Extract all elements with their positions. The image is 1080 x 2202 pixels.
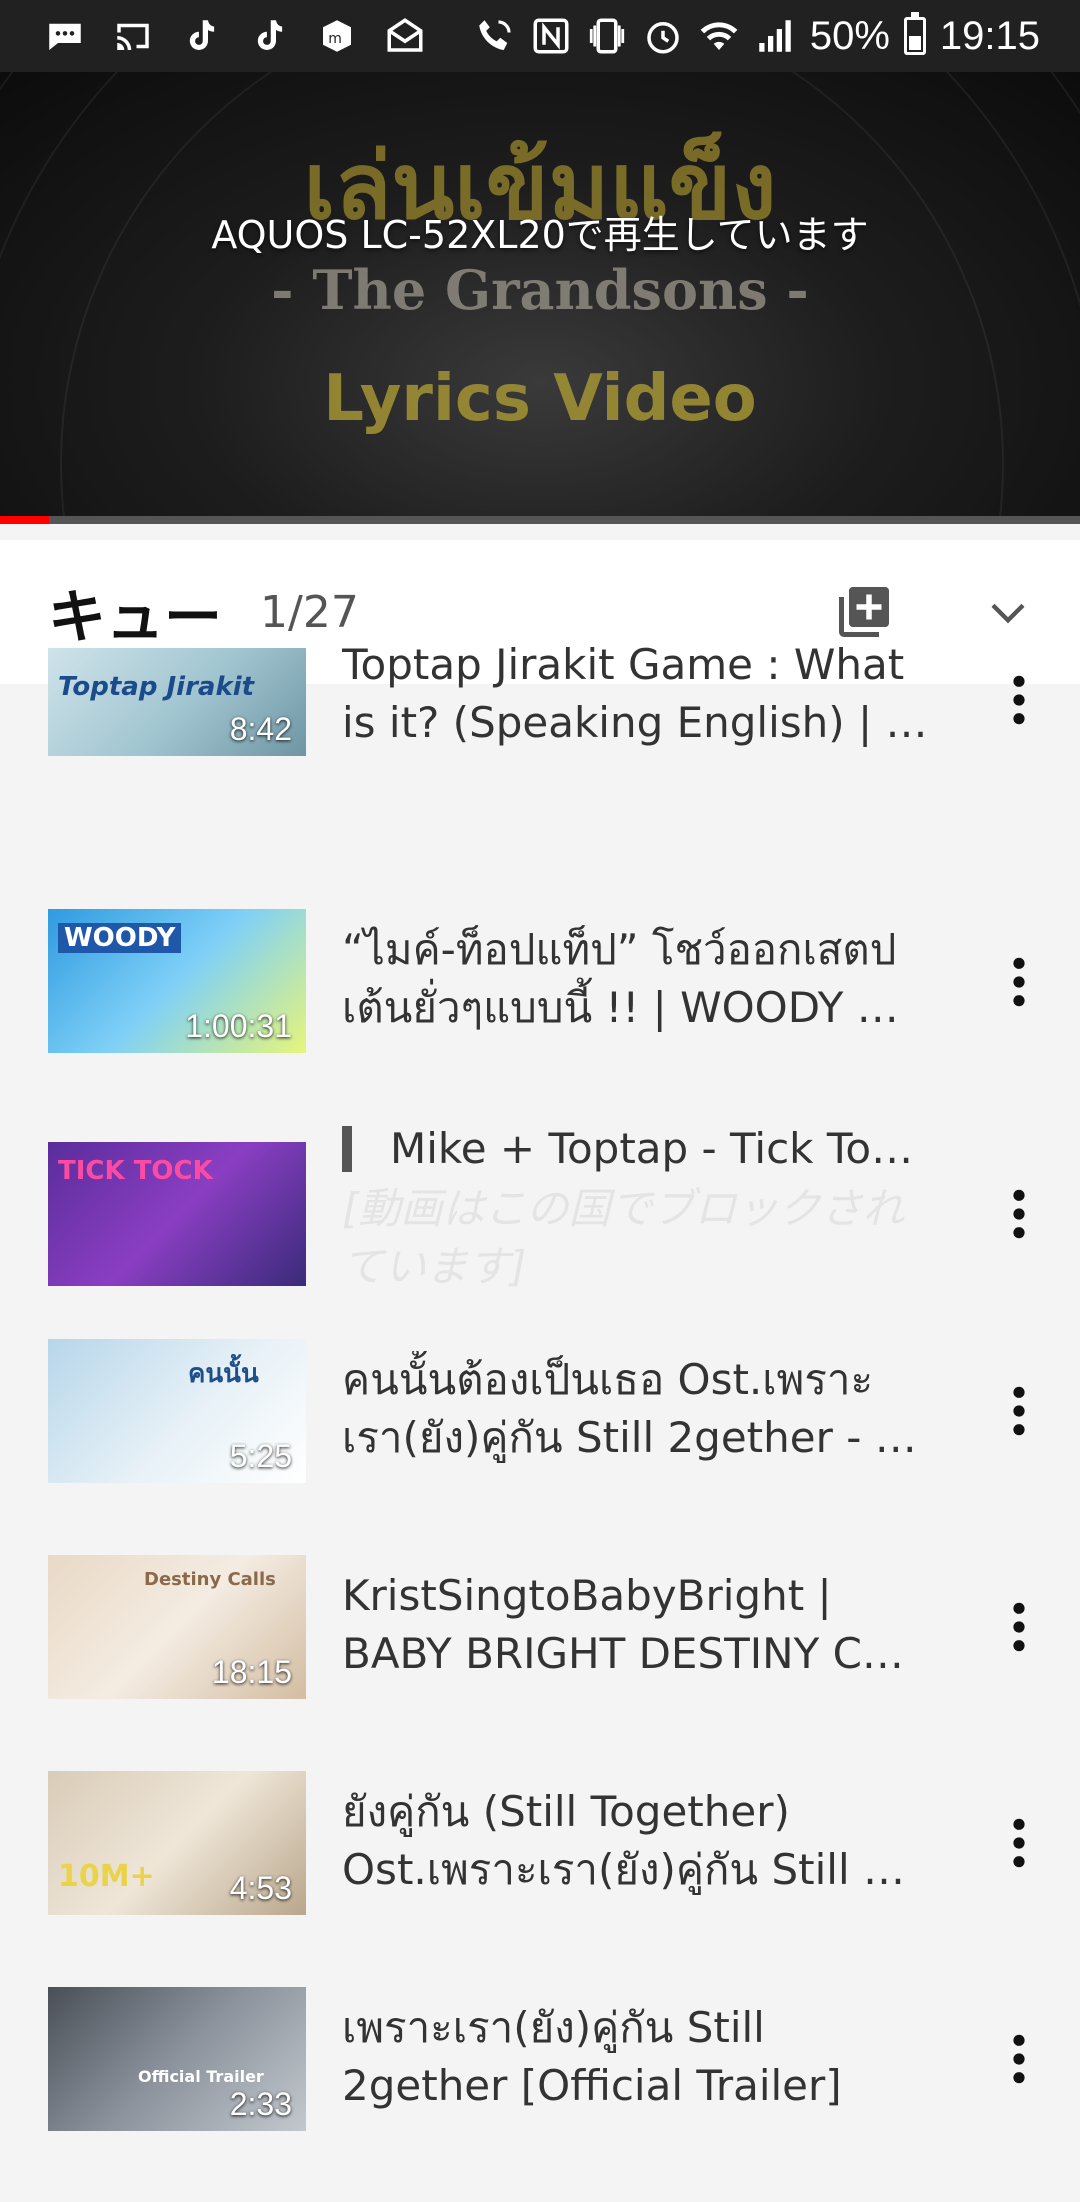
video-player[interactable]: เล่นเข้มแข็ง - The Grandsons - Lyrics Vi… [0,72,1080,516]
video-title: Toptap Jirakit Game : What is it? (Speak… [342,640,928,747]
video-duration: 4:53 [229,1870,292,1906]
video-thumbnail[interactable]: 10M+ 4:53 [48,1771,306,1915]
artwork-title-line3: Lyrics Video [323,362,757,436]
video-title: คนนั้นต้องเป็นเธอ Ost.เพราะเรา(ยัง)คู่กั… [342,1355,917,1462]
video-thumbnail[interactable]: WOODY 1:00:31 [48,909,306,1053]
video-duration: 18:15 [211,1654,292,1690]
thumbnail-caption: 10M+ [58,1859,155,1894]
video-title: Mike + Toptap - Tick To… [390,1124,914,1173]
progress-bar[interactable] [0,516,1080,524]
wifi-calling-icon [479,20,511,50]
clock: 19:15 [939,13,1040,58]
queue-position: 1/27 [260,586,359,638]
mail-icon [387,18,423,52]
video-thumbnail[interactable]: Official Trailer 2:33 [48,1987,306,2131]
video-duration: 1:00:31 [185,1008,292,1044]
vibrate-icon [589,18,624,54]
cast-status-text: AQUOS LC-52XL20で再生しています [211,213,869,257]
video-title: ยังคู่กัน (Still Together) Ost.เพราะเรา(… [342,1787,905,1894]
list-item[interactable]: TICK TOCK Mike + Toptap - Tick To… [動画はこ… [0,1100,1080,1338]
tiktok-icon [189,20,215,50]
video-thumbnail[interactable]: Destiny Calls 18:15 [48,1555,306,1699]
video-title: เพราะเรา(ยัง)คู่กัน Still 2gether [Offic… [342,2003,842,2110]
add-to-playlist-icon[interactable] [834,582,894,642]
artwork-title-line2: - The Grandsons - [271,258,809,322]
video-duration: 8:42 [229,711,292,747]
list-item[interactable]: WOODY 1:00:31 “ไมค์-ท็อปแท็ป” โชว์ออกเสต… [0,864,1080,1100]
now-playing-indicator [342,1126,352,1172]
wifi-icon [700,22,738,50]
thumbnail-caption: คนนั้น [188,1359,259,1389]
progress-played [0,516,49,524]
chevron-down-icon[interactable] [988,592,1028,632]
tiktok-icon [257,20,283,50]
battery-icon [903,12,926,55]
queue-title: キュー [48,583,223,651]
blocked-notice: [動画はこの国でブロックされています] [342,1184,905,1291]
more-options-icon[interactable] [1004,2031,1034,2087]
more-options-icon[interactable] [1004,1186,1034,1242]
status-bar: m 50% 19:15 [0,0,1080,72]
alarm-icon [647,22,679,54]
thumbnail-caption: WOODY [58,923,182,953]
thumbnail-caption: TICK TOCK [58,1156,213,1186]
video-title: “ไมค์-ท็อปแท็ป” โชว์ออกเสตปเต้นยั่วๆแบบน… [342,925,899,1032]
signal-icon [759,20,791,52]
list-item[interactable]: Toptap Jirakit 8:42 Toptap Jirakit Game … [0,640,1080,864]
video-thumbnail[interactable]: TICK TOCK [48,1142,306,1286]
battery-percent: 50% [809,13,890,58]
video-thumbnail[interactable]: คนนั้น 5:25 [48,1339,306,1483]
app-icon: m [323,20,351,52]
nfc-icon [533,18,569,54]
more-options-icon[interactable] [1004,1599,1034,1655]
list-item[interactable]: คนนั้น 5:25 คนนั้นต้องเป็นเธอ Ost.เพราะเ… [0,1338,1080,1554]
video-duration: 5:25 [229,1438,292,1474]
list-item[interactable]: 10M+ 4:53 ยังคู่กัน (Still Together) Ost… [0,1770,1080,1986]
more-options-icon[interactable] [1004,954,1034,1010]
cast-icon [117,23,149,50]
queue-list: Toptap Jirakit 8:42 Toptap Jirakit Game … [0,640,1080,2202]
list-item[interactable]: Destiny Calls 18:15 KristSingtoBabyBrigh… [0,1554,1080,1770]
video-duration: 2:33 [229,2086,292,2122]
thumbnail-caption: Toptap Jirakit [58,672,255,702]
video-title: KristSingtoBabyBright | BABY BRIGHT DEST… [342,1571,904,1678]
svg-text:m: m [328,31,342,47]
list-item[interactable]: Official Trailer 2:33 เพราะเรา(ยัง)คู่กั… [0,1986,1080,2202]
thumbnail-caption: Official Trailer [138,2067,264,2086]
more-options-icon[interactable] [1004,1383,1034,1439]
thumbnail-caption: Destiny Calls [144,1569,276,1590]
more-options-icon[interactable] [1004,672,1034,728]
video-thumbnail[interactable]: Toptap Jirakit 8:42 [48,648,306,756]
message-icon [49,23,81,50]
more-options-icon[interactable] [1004,1815,1034,1871]
